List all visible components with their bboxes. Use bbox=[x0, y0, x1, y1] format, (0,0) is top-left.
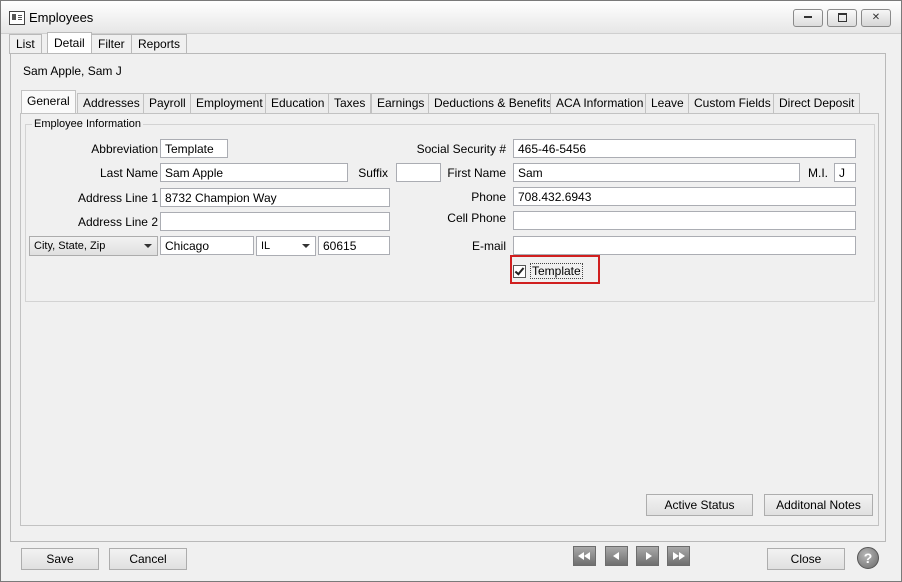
abbreviation-field[interactable]: Template bbox=[160, 139, 228, 158]
maximize-button[interactable] bbox=[827, 9, 857, 27]
employee-information-group: Employee Information Abbreviation Templa… bbox=[25, 118, 875, 302]
tab-general[interactable]: General bbox=[21, 90, 76, 113]
previous-record-button[interactable] bbox=[605, 546, 628, 566]
first-name-field[interactable]: Sam bbox=[513, 163, 800, 182]
highlight-box bbox=[510, 255, 600, 284]
first-name-label: First Name bbox=[447, 166, 506, 180]
tab-education[interactable]: Education bbox=[265, 93, 331, 113]
chevron-down-icon bbox=[302, 244, 310, 248]
tab-filter[interactable]: Filter bbox=[91, 34, 132, 54]
last-name-field[interactable]: Sam Apple bbox=[160, 163, 348, 182]
last-name-label: Last Name bbox=[99, 166, 158, 180]
tab-employment[interactable]: Employment bbox=[190, 93, 269, 113]
city-state-zip-dropdown[interactable]: City, State, Zip bbox=[29, 236, 158, 256]
additional-notes-button[interactable]: Additonal Notes bbox=[764, 494, 873, 516]
help-icon[interactable]: ? bbox=[857, 547, 879, 569]
email-field[interactable] bbox=[513, 236, 856, 255]
state-dropdown[interactable]: IL bbox=[256, 236, 316, 256]
suffix-label: Suffix bbox=[358, 166, 388, 180]
tab-detail[interactable]: Detail bbox=[47, 32, 92, 55]
group-title: Employee Information bbox=[32, 118, 143, 130]
active-status-button[interactable]: Active Status bbox=[646, 494, 753, 516]
tab-aca-information[interactable]: ACA Information bbox=[550, 93, 650, 113]
address-line-2-field[interactable] bbox=[160, 212, 390, 231]
next-icon bbox=[646, 552, 652, 560]
save-button[interactable]: Save bbox=[21, 548, 99, 570]
employee-name-header: Sam Apple, Sam J bbox=[23, 64, 122, 78]
tab-direct-deposit[interactable]: Direct Deposit bbox=[773, 93, 861, 113]
address-line-1-field[interactable]: 8732 Champion Way bbox=[160, 188, 390, 207]
detail-panel: Sam Apple, Sam J General Addresses Payro… bbox=[10, 53, 886, 542]
chevron-down-icon bbox=[144, 244, 152, 248]
tab-leave[interactable]: Leave bbox=[645, 93, 690, 113]
maximize-icon bbox=[837, 12, 847, 22]
close-button[interactable]: Close bbox=[767, 548, 845, 570]
tab-custom-fields[interactable]: Custom Fields bbox=[688, 93, 777, 113]
zip-field[interactable]: 60615 bbox=[318, 236, 390, 255]
phone-field[interactable]: 708.432.6943 bbox=[513, 187, 856, 206]
tab-earnings[interactable]: Earnings bbox=[371, 93, 431, 113]
ssn-label: Social Security # bbox=[416, 142, 506, 156]
first-record-button[interactable] bbox=[573, 546, 596, 566]
address-line-1-label: Address Line 1 bbox=[77, 191, 158, 205]
cell-phone-field[interactable] bbox=[513, 211, 856, 230]
ssn-field[interactable]: 465-46-5456 bbox=[513, 139, 856, 158]
general-panel: Employee Information Abbreviation Templa… bbox=[20, 113, 879, 526]
phone-label: Phone bbox=[471, 190, 506, 204]
city-state-zip-label: City, State, Zip bbox=[34, 240, 106, 252]
employees-window: Employees ✕ List Detail Filter Reports S… bbox=[0, 0, 902, 582]
cancel-button[interactable]: Cancel bbox=[109, 548, 187, 570]
address-card-icon bbox=[9, 11, 25, 25]
close-icon: ✕ bbox=[871, 12, 881, 23]
next-record-button[interactable] bbox=[636, 546, 659, 566]
email-label: E-mail bbox=[471, 239, 506, 253]
window-title: Employees bbox=[29, 10, 94, 25]
minimize-icon bbox=[804, 16, 812, 19]
address-line-2-label: Address Line 2 bbox=[77, 215, 158, 229]
minimize-button[interactable] bbox=[793, 9, 823, 27]
tab-list[interactable]: List bbox=[9, 34, 42, 54]
state-value: IL bbox=[261, 240, 271, 252]
city-field[interactable]: Chicago bbox=[160, 236, 254, 255]
tab-reports[interactable]: Reports bbox=[131, 34, 188, 54]
mi-field[interactable]: J bbox=[834, 163, 856, 182]
tab-addresses[interactable]: Addresses bbox=[77, 93, 146, 113]
mi-label: M.I. bbox=[808, 166, 828, 180]
cell-phone-label: Cell Phone bbox=[447, 211, 506, 225]
previous-icon bbox=[613, 552, 619, 560]
last-record-button[interactable] bbox=[667, 546, 690, 566]
title-bar[interactable]: Employees ✕ bbox=[1, 1, 901, 34]
tab-deductions-benefits[interactable]: Deductions & Benefits bbox=[428, 93, 559, 113]
abbreviation-label: Abbreviation bbox=[91, 142, 158, 156]
tab-payroll[interactable]: Payroll bbox=[143, 93, 192, 113]
close-window-button[interactable]: ✕ bbox=[861, 9, 891, 27]
tab-taxes[interactable]: Taxes bbox=[328, 93, 372, 113]
